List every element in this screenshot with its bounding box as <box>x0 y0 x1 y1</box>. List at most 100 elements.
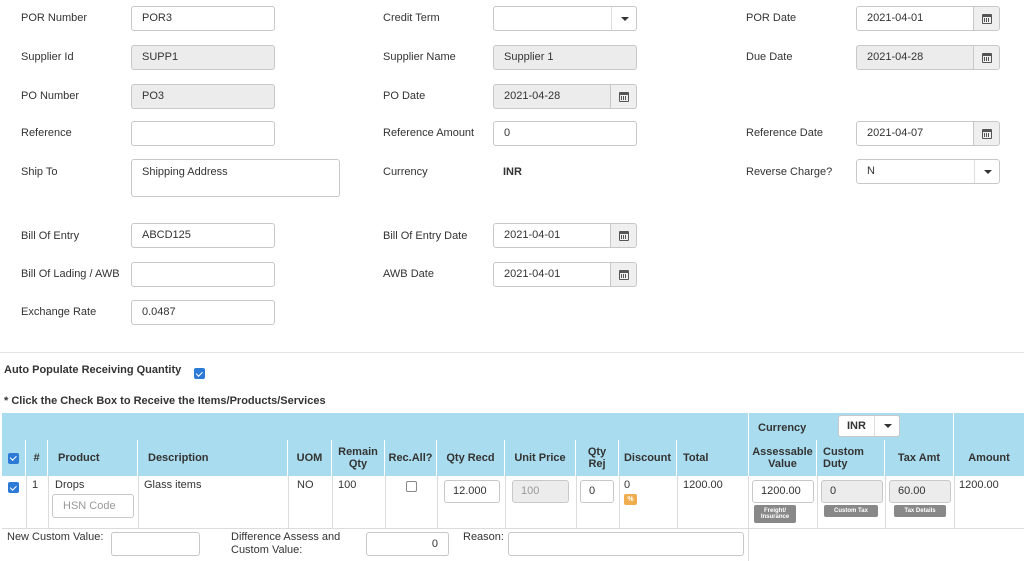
ship-to-label: Ship To <box>21 166 58 178</box>
discount-percent-badge[interactable]: % <box>624 494 637 505</box>
cell-divider <box>619 476 620 528</box>
cell-divider <box>385 476 386 528</box>
freight-insurance-button[interactable]: Freight/ Insurance <box>754 505 796 523</box>
tax-amt-input[interactable]: 60.00 <box>889 480 951 503</box>
header-remain-qty: Remain Qty <box>332 440 385 476</box>
reverse-charge-select[interactable]: N <box>856 159 1000 184</box>
qty-rej-input[interactable]: 0 <box>580 480 614 503</box>
header-description: Description <box>138 440 288 476</box>
row-num: 1 <box>32 479 39 491</box>
table-currency-label: Currency <box>758 422 807 434</box>
header-unit-price: Unit Price <box>505 440 576 476</box>
po-date-input[interactable]: 2021-04-28 <box>493 84 637 109</box>
difference-label: Difference Assess and Custom Value: <box>231 531 341 556</box>
cell-divider <box>748 476 749 561</box>
header-uom: UOM <box>288 440 332 476</box>
awb-date-label: AWB Date <box>383 268 434 280</box>
ship-to-textarea[interactable]: Shipping Address <box>131 159 340 197</box>
table-top-band-right <box>954 413 1024 440</box>
header-select-all[interactable] <box>2 440 26 476</box>
header-tax-amt: Tax Amt <box>885 440 954 476</box>
cell-divider <box>332 476 333 528</box>
por-date-value: 2021-04-01 <box>867 12 924 24</box>
auto-populate-checkbox[interactable] <box>194 368 205 379</box>
row-total: 1200.00 <box>683 479 723 491</box>
exchange-rate-input[interactable]: 0.0487 <box>131 300 275 325</box>
bill-of-entry-input[interactable]: ABCD125 <box>131 223 275 248</box>
auto-populate-label: Auto Populate Receiving Quantity <box>4 364 182 376</box>
reference-date-label: Reference Date <box>746 127 824 139</box>
header-amount: Amount <box>954 440 1024 476</box>
qty-recd-input[interactable]: 12.000 <box>444 480 500 503</box>
rec-all-checkbox[interactable] <box>406 481 417 492</box>
reference-amount-input[interactable]: 0 <box>493 121 637 146</box>
po-number-input[interactable]: PO3 <box>131 84 275 109</box>
por-number-input[interactable]: POR3 <box>131 6 275 31</box>
assessable-value-input[interactable]: 1200.00 <box>752 480 814 503</box>
po-number-label: PO Number <box>21 90 80 102</box>
reference-date-input[interactable]: 2021-04-07 <box>856 121 1000 146</box>
section-divider <box>0 352 1024 353</box>
cell-divider <box>576 476 577 528</box>
table-currency-select[interactable]: INR <box>838 415 900 437</box>
calendar-icon[interactable] <box>973 46 999 69</box>
table-currency-value: INR <box>847 420 866 432</box>
cell-divider <box>437 476 438 528</box>
reference-input[interactable] <box>131 121 275 146</box>
por-date-label: POR Date <box>746 12 797 24</box>
select-all-checkbox[interactable] <box>8 452 19 464</box>
supplier-name-label: Supplier Name <box>383 51 456 63</box>
due-date-input[interactable]: 2021-04-28 <box>856 45 1000 70</box>
instruction-text: * Click the Check Box to Receive the Ite… <box>4 395 326 407</box>
custom-duty-input[interactable]: 0 <box>821 480 883 503</box>
header-discount: Discount <box>619 440 677 476</box>
row-discount: 0 <box>624 479 631 491</box>
header-qty-recd: Qty Recd <box>437 440 505 476</box>
tax-details-button[interactable]: Tax Details <box>894 505 946 517</box>
supplier-id-input[interactable]: SUPP1 <box>131 45 275 70</box>
bill-of-entry-date-input[interactable]: 2021-04-01 <box>493 223 637 248</box>
due-date-value: 2021-04-28 <box>867 51 924 63</box>
reference-date-value: 2021-04-07 <box>867 127 924 139</box>
bill-of-entry-date-value: 2021-04-01 <box>504 229 561 241</box>
reason-label: Reason: <box>463 531 504 543</box>
calendar-icon[interactable] <box>973 122 999 145</box>
por-number-label: POR Number <box>21 12 88 24</box>
awb-date-value: 2021-04-01 <box>504 268 561 280</box>
reverse-charge-label: Reverse Charge? <box>746 166 833 178</box>
row-select-checkbox[interactable] <box>8 482 19 493</box>
cell-divider <box>26 476 27 528</box>
credit-term-label: Credit Term <box>383 12 440 24</box>
po-date-value: 2021-04-28 <box>504 90 561 102</box>
reference-amount-label: Reference Amount <box>383 127 475 139</box>
supplier-name-input[interactable]: Supplier 1 <box>493 45 637 70</box>
awb-date-input[interactable]: 2021-04-01 <box>493 262 637 287</box>
row-description: Glass items <box>144 479 202 491</box>
chevron-down-icon <box>974 160 999 183</box>
header-assessable-value: Assessable Value <box>749 440 817 476</box>
custom-tax-button[interactable]: Custom Tax <box>824 505 878 517</box>
reason-input[interactable] <box>508 532 744 556</box>
bill-of-lading-input[interactable] <box>131 262 275 287</box>
calendar-icon[interactable] <box>610 224 636 247</box>
header-rec-all: Rec.All? <box>385 440 437 476</box>
credit-term-select[interactable] <box>493 6 637 31</box>
new-custom-value-input[interactable] <box>111 532 200 556</box>
row-divider <box>2 528 1024 529</box>
cell-divider <box>677 476 678 528</box>
cell-divider <box>138 476 139 528</box>
calendar-icon[interactable] <box>610 263 636 286</box>
cell-divider <box>288 476 289 528</box>
header-total: Total <box>677 440 749 476</box>
hsn-code-input[interactable]: HSN Code <box>52 494 134 518</box>
header-qty-rej: Qty Rej <box>576 440 619 476</box>
difference-value-input[interactable]: 0 <box>366 532 449 556</box>
cell-divider <box>885 476 886 528</box>
unit-price-input[interactable]: 100 <box>512 480 569 503</box>
bill-of-lading-label: Bill Of Lading / AWB <box>21 268 120 280</box>
chevron-down-icon <box>611 7 636 30</box>
calendar-icon[interactable] <box>973 7 999 30</box>
calendar-icon[interactable] <box>610 85 636 108</box>
currency-value: INR <box>503 166 522 178</box>
por-date-input[interactable]: 2021-04-01 <box>856 6 1000 31</box>
